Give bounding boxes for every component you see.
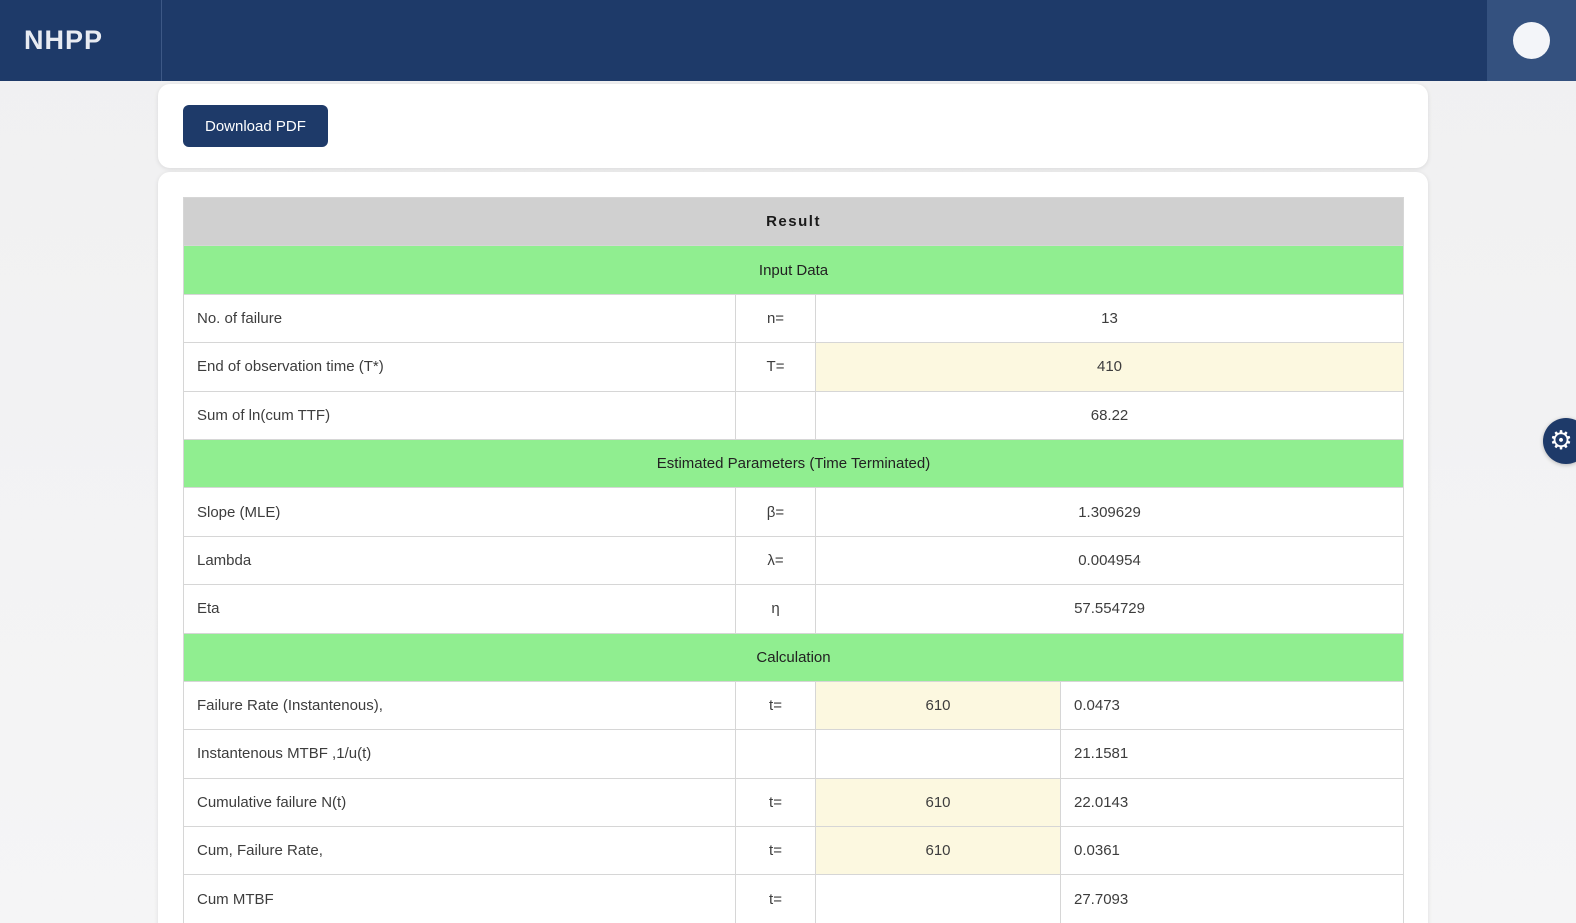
row-symbol: t= [735, 680, 816, 731]
table-row: Lambda λ= 0.004954 [183, 535, 1405, 586]
value-cell: 57.554729 [814, 584, 1405, 634]
header-user-panel [1487, 0, 1576, 81]
row-label: Sum of ln(cum TTF) [183, 390, 736, 440]
row-label: Lambda [183, 535, 736, 586]
table-row: Sum of ln(cum TTF) 68.22 [183, 390, 1405, 440]
table-row: End of observation time (T*) T= 410 [183, 342, 1405, 392]
row-symbol: η [735, 584, 816, 634]
row-label: End of observation time (T*) [183, 342, 736, 392]
row-label: Failure Rate (Instantenous), [183, 680, 736, 731]
table-row: Cum MTBF t= 27.7093 [183, 874, 1405, 923]
row-symbol: t= [735, 777, 816, 828]
result-value-cell: 21.1581 [1059, 729, 1405, 779]
value-cell: 0.004954 [814, 535, 1405, 586]
row-symbol: n= [735, 293, 816, 344]
row-symbol: t= [735, 826, 816, 876]
table-row: Estimated Parameters (Time Terminated) [182, 438, 1405, 489]
table-row: No. of failure n= 13 [183, 293, 1405, 344]
nav-brand[interactable]: NHPP [0, 0, 162, 81]
header-bar [162, 0, 1487, 81]
row-label: Cum MTBF [183, 874, 736, 923]
result-value-cell: 22.0143 [1059, 777, 1405, 828]
input-t-cell[interactable]: 610 [815, 826, 1061, 876]
result-table: Result Input Data No. of failure n= 13 End of… [182, 196, 1405, 923]
toolbar-card: Download PDF [158, 84, 1428, 168]
table-row: Result [182, 196, 1405, 247]
input-value-cell[interactable]: 410 [814, 342, 1405, 392]
row-symbol: t= [735, 874, 816, 923]
settings-button[interactable]: ⚙ [1543, 418, 1576, 464]
table-row: Slope (MLE) β= 1.309629 [183, 487, 1405, 537]
row-label: Cumulative failure N(t) [183, 777, 736, 828]
result-value-cell: 27.7093 [1059, 874, 1405, 923]
table-row: Cumulative failure N(t) t= 610 22.0143 [183, 777, 1405, 828]
input-t-cell[interactable]: 610 [815, 777, 1061, 828]
value-cell: 1.309629 [814, 487, 1405, 537]
user-avatar[interactable] [1513, 22, 1550, 59]
row-label: Slope (MLE) [183, 487, 736, 537]
t-cell [815, 729, 1061, 779]
table-section-header: Estimated Parameters (Time Terminated) [182, 438, 1405, 489]
row-label: No. of failure [183, 293, 736, 344]
t-cell [815, 874, 1061, 923]
row-symbol [735, 390, 816, 440]
input-t-cell[interactable]: 610 [815, 680, 1061, 731]
row-symbol [735, 729, 816, 779]
row-symbol: T= [735, 342, 816, 392]
row-label: Instantenous MTBF ,1/u(t) [183, 729, 736, 779]
table-row: Failure Rate (Instantenous), t= 610 0.0473 [183, 680, 1405, 731]
result-value-cell: 0.0361 [1059, 826, 1405, 876]
row-label: Cum, Failure Rate, [183, 826, 736, 876]
table-section-header: Input Data [182, 245, 1405, 295]
result-card: Result Input Data No. of failure n= 13 End of… [158, 172, 1428, 923]
value-cell: 68.22 [814, 390, 1405, 440]
app-header: NHPP [0, 0, 1576, 81]
table-section-header: Calculation [182, 632, 1405, 682]
table-row: Input Data [182, 245, 1405, 295]
download-pdf-button[interactable]: Download PDF [183, 105, 328, 147]
row-symbol: β= [735, 487, 816, 537]
table-title: Result [182, 196, 1405, 247]
table-row: Calculation [182, 632, 1405, 682]
result-value-cell: 0.0473 [1059, 680, 1405, 731]
value-cell: 13 [814, 293, 1405, 344]
row-label: Eta [183, 584, 736, 634]
table-row: Cum, Failure Rate, t= 610 0.0361 [183, 826, 1405, 876]
gear-icon: ⚙ [1549, 426, 1573, 456]
row-symbol: λ= [735, 535, 816, 586]
table-row: Instantenous MTBF ,1/u(t) 21.1581 [183, 729, 1405, 779]
table-row: Eta η 57.554729 [183, 584, 1405, 634]
